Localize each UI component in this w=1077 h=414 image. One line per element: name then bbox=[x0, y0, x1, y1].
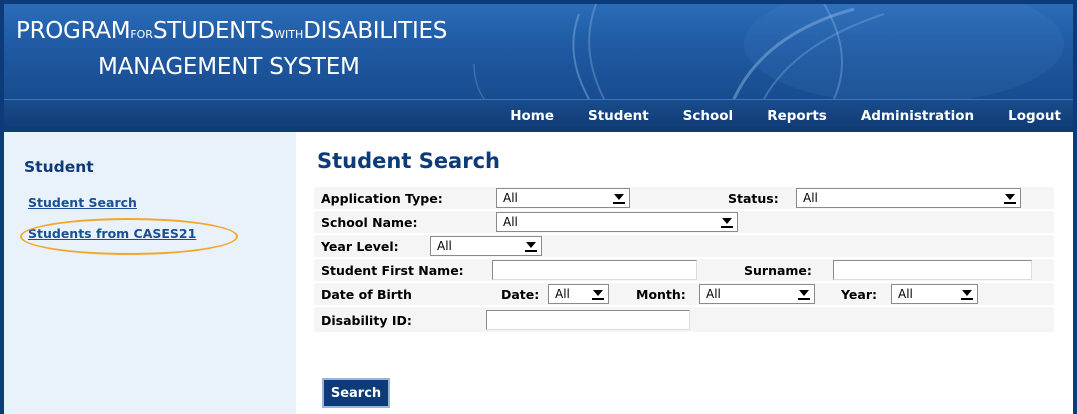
status-value: All bbox=[803, 191, 818, 205]
dob-date-label: Date: bbox=[501, 287, 540, 302]
search-button[interactable]: Search bbox=[322, 378, 390, 408]
year-level-select[interactable]: All bbox=[430, 236, 542, 256]
dob-date-select[interactable]: All bbox=[548, 284, 609, 304]
application-type-select[interactable]: All bbox=[496, 188, 630, 208]
first-name-label: Student First Name: bbox=[321, 263, 464, 278]
nav-school[interactable]: School bbox=[683, 108, 734, 124]
form-row-disability-id: Disability ID: bbox=[314, 307, 1054, 333]
nav-administration[interactable]: Administration bbox=[861, 108, 974, 124]
status-label: Status: bbox=[728, 191, 779, 206]
nav-logout[interactable]: Logout bbox=[1008, 108, 1061, 124]
dob-month-select[interactable]: All bbox=[699, 284, 815, 304]
nav-home[interactable]: Home bbox=[510, 108, 554, 124]
school-name-label: School Name: bbox=[321, 215, 418, 230]
dob-month-label: Month: bbox=[636, 287, 686, 302]
date-of-birth-label: Date of Birth bbox=[321, 287, 412, 302]
app-frame: PROGRAMFORSTUDENTSWITHDISABILITIES MANAG… bbox=[0, 0, 1077, 414]
nav-bar: Home Student School Reports Administrati… bbox=[4, 99, 1073, 132]
dob-year-label: Year: bbox=[841, 287, 877, 302]
chevron-down-icon bbox=[798, 288, 810, 300]
nav-reports[interactable]: Reports bbox=[767, 108, 827, 124]
application-type-label: Application Type: bbox=[321, 191, 443, 206]
chevron-down-icon bbox=[525, 240, 537, 252]
first-name-input[interactable] bbox=[492, 260, 697, 280]
surname-label: Surname: bbox=[744, 263, 812, 278]
application-type-value: All bbox=[503, 191, 518, 205]
dob-year-value: All bbox=[898, 287, 913, 301]
chevron-down-icon bbox=[1004, 192, 1016, 204]
main-nav: Home Student School Reports Administrati… bbox=[510, 100, 1061, 132]
header-banner: PROGRAMFORSTUDENTSWITHDISABILITIES MANAG… bbox=[4, 4, 1073, 99]
status-select[interactable]: All bbox=[796, 188, 1021, 208]
form-row-school-name: School Name: All bbox=[314, 211, 1054, 234]
year-level-value: All bbox=[437, 239, 452, 253]
sidebar: Student Student Search Students from CAS… bbox=[4, 132, 296, 414]
dob-year-select[interactable]: All bbox=[891, 284, 978, 304]
form-row-names: Student First Name: Surname: bbox=[314, 259, 1054, 282]
app-title-line2: MANAGEMENT SYSTEM bbox=[98, 54, 360, 80]
disability-id-label: Disability ID: bbox=[321, 313, 412, 328]
nav-student[interactable]: Student bbox=[588, 108, 649, 124]
surname-input[interactable] bbox=[833, 260, 1032, 280]
dob-month-value: All bbox=[706, 287, 721, 301]
chevron-down-icon bbox=[721, 216, 733, 228]
page-title: Student Search bbox=[317, 149, 500, 173]
chevron-down-icon bbox=[592, 288, 604, 300]
chevron-down-icon bbox=[613, 192, 625, 204]
sidebar-heading: Student bbox=[24, 158, 94, 176]
form-row-year-level: Year Level: All bbox=[314, 235, 1054, 258]
form-row-application-status: Application Type: All Status: All bbox=[314, 187, 1054, 210]
school-name-value: All bbox=[503, 215, 518, 229]
school-name-select[interactable]: All bbox=[496, 212, 738, 232]
year-level-label: Year Level: bbox=[321, 239, 399, 254]
sidebar-link-student-search[interactable]: Student Search bbox=[28, 195, 137, 210]
disability-id-input[interactable] bbox=[486, 310, 690, 330]
app-title-line1: PROGRAMFORSTUDENTSWITHDISABILITIES bbox=[16, 18, 448, 44]
highlight-annotation bbox=[20, 218, 238, 255]
form-row-date-of-birth: Date of Birth Date: All Month: All Year:… bbox=[314, 283, 1054, 306]
chevron-down-icon bbox=[961, 288, 973, 300]
dob-date-value: All bbox=[555, 287, 570, 301]
